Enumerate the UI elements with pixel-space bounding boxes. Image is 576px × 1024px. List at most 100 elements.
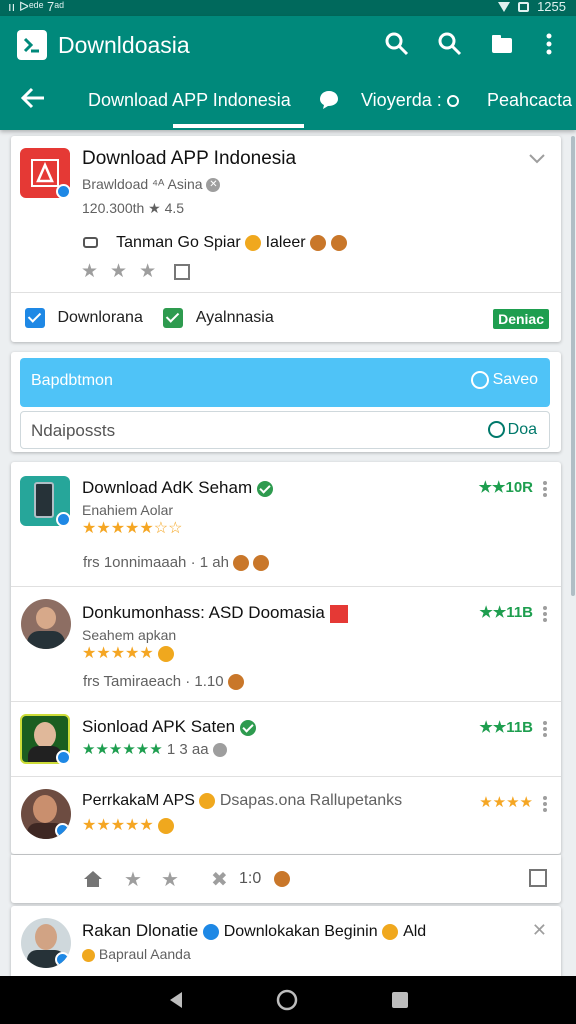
- verified-icon: [56, 184, 71, 199]
- verified-icon: [55, 823, 70, 838]
- close-icon[interactable]: ✕: [532, 920, 547, 941]
- list-item[interactable]: Sionload APK Saten ★★★★★★ 1 3 aa ★★11B: [11, 702, 561, 776]
- battery-icon: [518, 2, 530, 12]
- verified-icon: [55, 952, 70, 967]
- back-arrow-icon[interactable]: [20, 86, 46, 110]
- tab-peahcacta[interactable]: Peahcacta: [487, 90, 572, 111]
- app-icon: [20, 476, 71, 527]
- checkbox-icon[interactable]: [25, 308, 45, 328]
- scrollbar[interactable]: [571, 136, 575, 596]
- emoji-icon: [158, 645, 175, 662]
- more-vert-icon[interactable]: [543, 481, 547, 497]
- actions-row: ★ ★ ✖ 1:0: [11, 855, 561, 903]
- list-item[interactable]: PerrkakaM APS Dsapas.ona Rallupetanks ★★…: [11, 777, 561, 854]
- search-bar[interactable]: Bapdbtmon Saveo: [20, 358, 550, 407]
- star-icon[interactable]: ★: [161, 867, 179, 892]
- item-subtitle: Enahiem Aolar: [82, 502, 174, 518]
- chat-icon: [487, 421, 505, 439]
- puzzle-icon[interactable]: ✖: [211, 867, 228, 892]
- checkbox-icon[interactable]: [163, 308, 184, 328]
- chip-indonesia: Ayalnnasia: [195, 309, 274, 327]
- more-vert-icon[interactable]: [535, 30, 563, 58]
- emoji-icon: [310, 234, 327, 251]
- toggle-icon: [83, 237, 98, 249]
- star-icon[interactable]: ★: [124, 867, 142, 892]
- search-bar-label: Bapdbtmon: [31, 372, 113, 389]
- system-nav-bar: [0, 976, 576, 1024]
- tab-vioyerda[interactable]: Vioyerda :: [361, 90, 459, 111]
- featured-tagline: Tanman Go Spiar: [116, 234, 241, 251]
- rating-stars[interactable]: ★★★: [81, 260, 191, 283]
- actions-count: 1:0: [239, 870, 262, 887]
- item-rating: ★★★★: [479, 794, 533, 811]
- gift-icon: [329, 604, 348, 623]
- item-subtitle: Dsapas.ona Rallupetanks: [219, 792, 403, 809]
- list-item[interactable]: Rakan Dlonatie Downlokakan Beginin Ald B…: [11, 906, 561, 976]
- save-button[interactable]: Saveo: [470, 371, 538, 389]
- app-list-card: Download AdK Seham Enahiem Aolar ★★★★★☆☆…: [11, 462, 561, 854]
- more-vert-icon[interactable]: [543, 796, 547, 812]
- item-rating: ★★11B: [479, 719, 533, 736]
- nav-recents-icon[interactable]: [390, 990, 410, 1010]
- save-icon: [470, 371, 489, 389]
- status-left-text: ıı ᐅᵉᵈᵉ 7ᵃᵈ: [8, 0, 64, 14]
- emoji-icon: [330, 234, 347, 251]
- app-title: Downldoasia: [58, 32, 190, 58]
- item-extra: frs Tamiraeach · 1.10: [83, 673, 224, 690]
- tab-indicator: [173, 124, 304, 128]
- badge-icon: [202, 923, 219, 940]
- status-badge[interactable]: Deniac: [493, 309, 549, 329]
- info-icon: [212, 743, 227, 758]
- circle-icon: [446, 95, 459, 108]
- item-title: Rakan Dlonatie: [82, 921, 199, 940]
- avatar: [21, 789, 71, 839]
- nav-home-icon[interactable]: [276, 989, 298, 1011]
- folder-icon[interactable]: [488, 30, 516, 58]
- more-vert-icon[interactable]: [543, 721, 547, 737]
- emoji-icon: [233, 555, 250, 572]
- item-title-tail: Ald: [403, 923, 427, 940]
- avatar: [21, 599, 71, 649]
- app-icon: [20, 148, 71, 199]
- item-stars: ★★★★★: [82, 645, 154, 662]
- tab-download-app[interactable]: Download APP Indonesia: [88, 90, 291, 111]
- app-bar: Downldoasia Download APP Indonesia Vioye…: [0, 16, 576, 130]
- item-title: Download AdK Seham: [82, 478, 253, 497]
- thumbs-up-icon: [245, 234, 262, 251]
- list-item[interactable]: Download AdK Seham Enahiem Aolar ★★★★★☆☆…: [11, 462, 561, 586]
- search-input[interactable]: Ndaipossts Doa: [20, 411, 550, 449]
- more-vert-icon[interactable]: [543, 606, 547, 622]
- item-title: PerrkakaM APS: [82, 792, 195, 809]
- item-stars: ★★★★★★: [82, 741, 163, 758]
- chip-download: Downlorana: [57, 309, 143, 327]
- emoji-icon: [253, 555, 270, 572]
- featured-tagline-suffix: Ialeer: [265, 234, 306, 251]
- verified-badge-icon: [256, 480, 273, 497]
- item-title-right: Downlokakan Beginin: [223, 923, 378, 940]
- item-subtitle: Seahem apkan: [82, 627, 177, 643]
- go-button[interactable]: Doa: [487, 421, 537, 439]
- verified-badge-icon: [239, 719, 256, 736]
- featured-meta: 120.300th ★ 4.5: [82, 200, 185, 216]
- verified-icon: [56, 750, 71, 765]
- avatar: [21, 918, 71, 968]
- emoji-icon: [274, 871, 290, 887]
- bookmark-icon[interactable]: [529, 869, 547, 887]
- nav-back-icon[interactable]: [166, 990, 186, 1010]
- item-extra: frs 1onnimaaah · 1 ah: [83, 554, 229, 571]
- featured-app-card[interactable]: Download APP Indonesia Brawldoad ⁴ᴬ Asin…: [11, 136, 561, 342]
- list-item[interactable]: Donkumonhass: ASD Doomasia Seahem apkan …: [11, 587, 561, 701]
- emoji-icon: [82, 948, 95, 962]
- home-icon[interactable]: [83, 870, 103, 888]
- item-title: Donkumonhass: ASD Doomasia: [82, 603, 325, 622]
- search-icon[interactable]: [436, 30, 464, 58]
- item-stars: ★★★★★☆☆: [82, 520, 183, 537]
- emoji-icon: [199, 792, 216, 809]
- item-subtitle: 1 3 aa: [166, 741, 209, 758]
- emoji-icon: [227, 674, 244, 691]
- chevron-down-icon[interactable]: [528, 153, 546, 165]
- search-card: Bapdbtmon Saveo Ndaipossts Doa: [11, 352, 561, 452]
- search-icon[interactable]: [383, 30, 411, 58]
- featured-title: Download APP Indonesia: [82, 148, 297, 169]
- chat-bubble-icon[interactable]: [318, 89, 340, 111]
